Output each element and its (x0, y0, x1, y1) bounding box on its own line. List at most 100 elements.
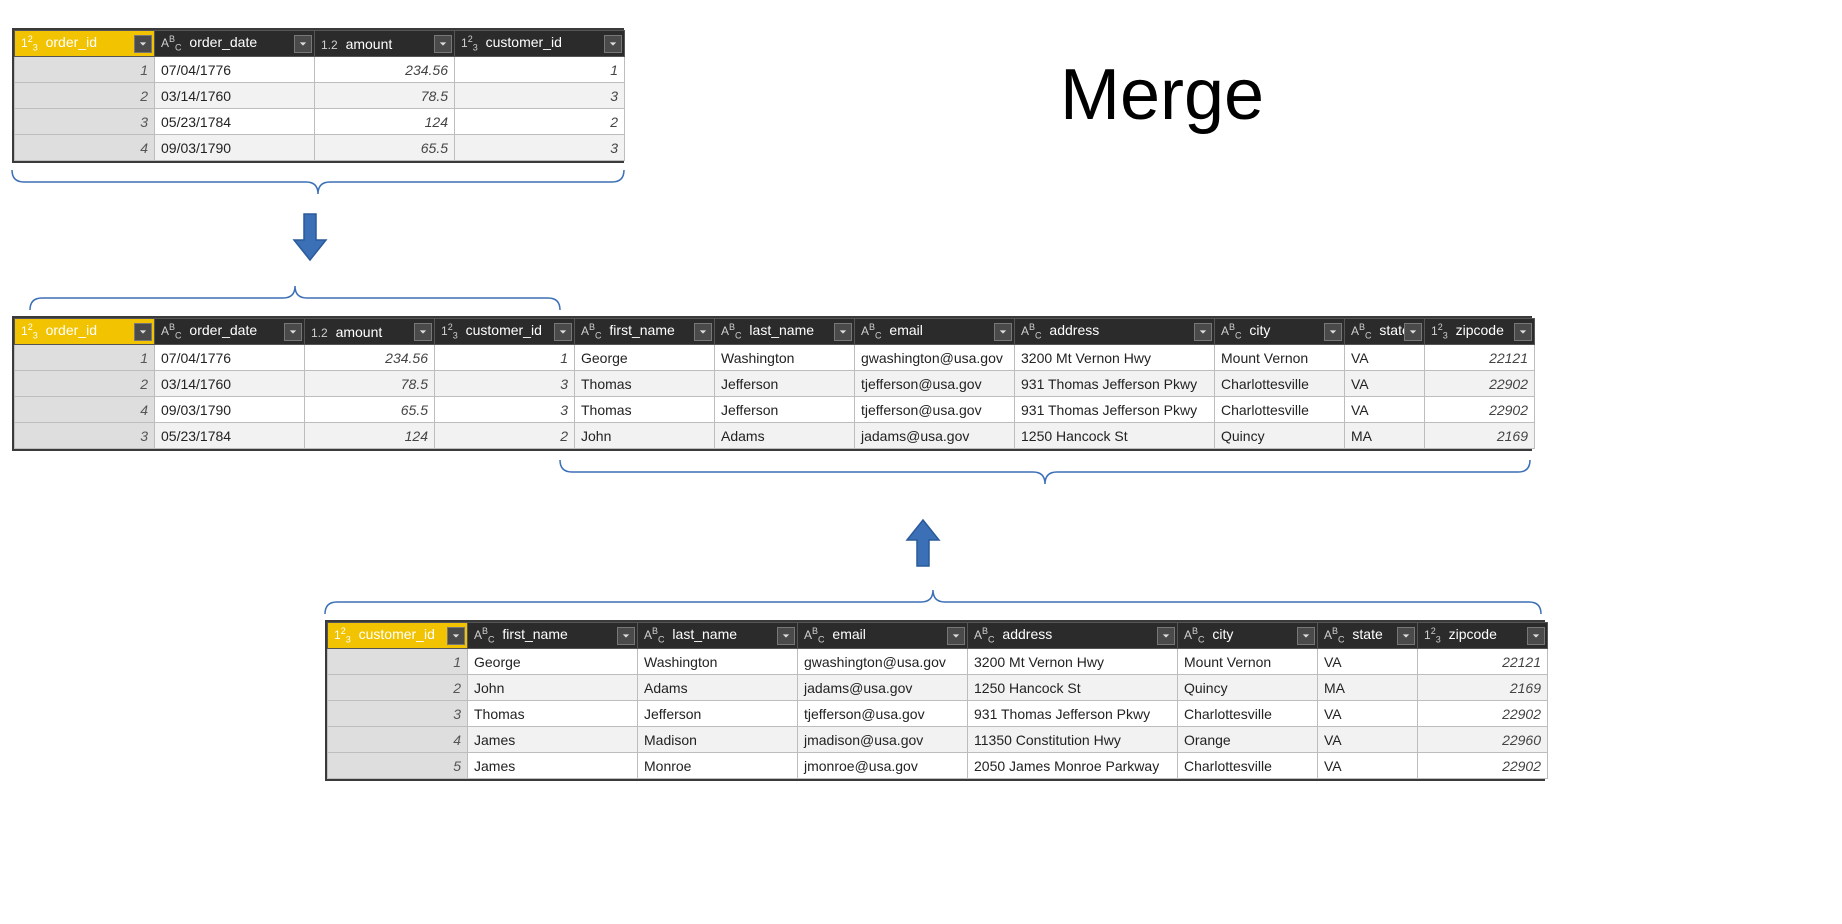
column-header-last_name[interactable]: ABC last_name (638, 623, 798, 649)
column-filter-dropdown[interactable] (1297, 627, 1315, 645)
cell-first_name: John (468, 675, 638, 701)
orders-table: 123 order_idABC order_date1.2 amount123 … (12, 28, 624, 163)
column-filter-dropdown[interactable] (1404, 323, 1422, 341)
cell-city: Charlottesville (1178, 701, 1318, 727)
column-filter-dropdown[interactable] (1527, 627, 1545, 645)
column-header-last_name[interactable]: ABC last_name (715, 319, 855, 345)
cell-customer_id: 3 (455, 135, 625, 161)
cell-state: VA (1345, 345, 1425, 371)
column-filter-dropdown[interactable] (414, 323, 432, 341)
row-index-cell: 2 (15, 83, 155, 109)
column-filter-dropdown[interactable] (617, 627, 635, 645)
cell-zipcode: 22960 (1418, 727, 1548, 753)
cell-address: 1250 Hancock St (968, 675, 1178, 701)
column-header-order_id[interactable]: 123 order_id (15, 319, 155, 345)
cell-zipcode: 22121 (1418, 649, 1548, 675)
cell-email: jadams@usa.gov (798, 675, 968, 701)
column-header-zipcode[interactable]: 123 zipcode (1425, 319, 1535, 345)
cell-zipcode: 22902 (1418, 701, 1548, 727)
column-filter-dropdown[interactable] (447, 627, 465, 645)
cell-zipcode: 22902 (1418, 753, 1548, 779)
column-header-amount[interactable]: 1.2 amount (305, 319, 435, 345)
cell-last_name: Jefferson (715, 397, 855, 423)
cell-state: MA (1345, 423, 1425, 449)
column-header-email[interactable]: ABC email (855, 319, 1015, 345)
cell-state: MA (1318, 675, 1418, 701)
cell-state: VA (1345, 371, 1425, 397)
column-filter-dropdown[interactable] (777, 627, 795, 645)
column-filter-dropdown[interactable] (834, 323, 852, 341)
merged-table: 123 order_idABC order_date1.2 amount123 … (12, 316, 1532, 451)
table-row: 409/03/179065.53 (15, 135, 625, 161)
column-header-state[interactable]: ABC state (1318, 623, 1418, 649)
column-header-order_date[interactable]: ABC order_date (155, 31, 315, 57)
column-header-first_name[interactable]: ABC first_name (468, 623, 638, 649)
column-filter-dropdown[interactable] (434, 35, 452, 53)
column-header-customer_id[interactable]: 123 customer_id (328, 623, 468, 649)
row-index-cell: 2 (15, 371, 155, 397)
column-filter-dropdown[interactable] (694, 323, 712, 341)
column-filter-dropdown[interactable] (554, 323, 572, 341)
column-filter-dropdown[interactable] (284, 323, 302, 341)
diagram-title: Merge (1060, 54, 1264, 136)
cell-last_name: Monroe (638, 753, 798, 779)
column-filter-dropdown[interactable] (604, 35, 622, 53)
column-filter-dropdown[interactable] (1514, 323, 1532, 341)
cell-email: tjefferson@usa.gov (855, 371, 1015, 397)
cell-address: 2050 James Monroe Parkway (968, 753, 1178, 779)
column-header-zipcode[interactable]: 123 zipcode (1418, 623, 1548, 649)
cell-customer_id: 2 (435, 423, 575, 449)
cell-first_name: John (575, 423, 715, 449)
column-header-city[interactable]: ABC city (1178, 623, 1318, 649)
table-row: 305/23/17841242 (15, 109, 625, 135)
cell-email: gwashington@usa.gov (798, 649, 968, 675)
cell-city: Charlottesville (1178, 753, 1318, 779)
cell-address: 1250 Hancock St (1015, 423, 1215, 449)
cell-email: jmadison@usa.gov (798, 727, 968, 753)
table-row: 2JohnAdamsjadams@usa.gov1250 Hancock StQ… (328, 675, 1548, 701)
column-header-address[interactable]: ABC address (1015, 319, 1215, 345)
column-header-order_date[interactable]: ABC order_date (155, 319, 305, 345)
cell-state: VA (1318, 649, 1418, 675)
column-header-state[interactable]: ABC state (1345, 319, 1425, 345)
column-header-address[interactable]: ABC address (968, 623, 1178, 649)
column-filter-dropdown[interactable] (1324, 323, 1342, 341)
column-filter-dropdown[interactable] (1194, 323, 1212, 341)
column-header-city[interactable]: ABC city (1215, 319, 1345, 345)
column-filter-dropdown[interactable] (994, 323, 1012, 341)
cell-order_date: 07/04/1776 (155, 57, 315, 83)
cell-first_name: Thomas (575, 371, 715, 397)
cell-address: 931 Thomas Jefferson Pkwy (1015, 371, 1215, 397)
column-header-order_id[interactable]: 123 order_id (15, 31, 155, 57)
column-filter-dropdown[interactable] (1397, 627, 1415, 645)
table-row: 5JamesMonroejmonroe@usa.gov2050 James Mo… (328, 753, 1548, 779)
column-filter-dropdown[interactable] (134, 35, 152, 53)
column-filter-dropdown[interactable] (1157, 627, 1175, 645)
column-header-customer_id[interactable]: 123 customer_id (455, 31, 625, 57)
column-header-customer_id[interactable]: 123 customer_id (435, 319, 575, 345)
column-filter-dropdown[interactable] (947, 627, 965, 645)
cell-customer_id: 2 (455, 109, 625, 135)
table-row: 1GeorgeWashingtongwashington@usa.gov3200… (328, 649, 1548, 675)
column-header-email[interactable]: ABC email (798, 623, 968, 649)
cell-order_date: 07/04/1776 (155, 345, 305, 371)
cell-city: Mount Vernon (1215, 345, 1345, 371)
row-index-cell: 4 (15, 135, 155, 161)
cell-address: 3200 Mt Vernon Hwy (968, 649, 1178, 675)
column-filter-dropdown[interactable] (134, 323, 152, 341)
cell-last_name: Madison (638, 727, 798, 753)
cell-last_name: Jefferson (638, 701, 798, 727)
cell-last_name: Washington (638, 649, 798, 675)
cell-customer_id: 1 (435, 345, 575, 371)
cell-city: Orange (1178, 727, 1318, 753)
column-filter-dropdown[interactable] (294, 35, 312, 53)
table-row: 4JamesMadisonjmadison@usa.gov11350 Const… (328, 727, 1548, 753)
table-row: 409/03/179065.53ThomasJeffersontjefferso… (15, 397, 1535, 423)
row-index-cell: 1 (15, 345, 155, 371)
column-header-first_name[interactable]: ABC first_name (575, 319, 715, 345)
cell-zipcode: 22121 (1425, 345, 1535, 371)
cell-last_name: Adams (638, 675, 798, 701)
table-row: 3ThomasJeffersontjefferson@usa.gov931 Th… (328, 701, 1548, 727)
column-header-amount[interactable]: 1.2 amount (315, 31, 455, 57)
cell-amount: 234.56 (315, 57, 455, 83)
